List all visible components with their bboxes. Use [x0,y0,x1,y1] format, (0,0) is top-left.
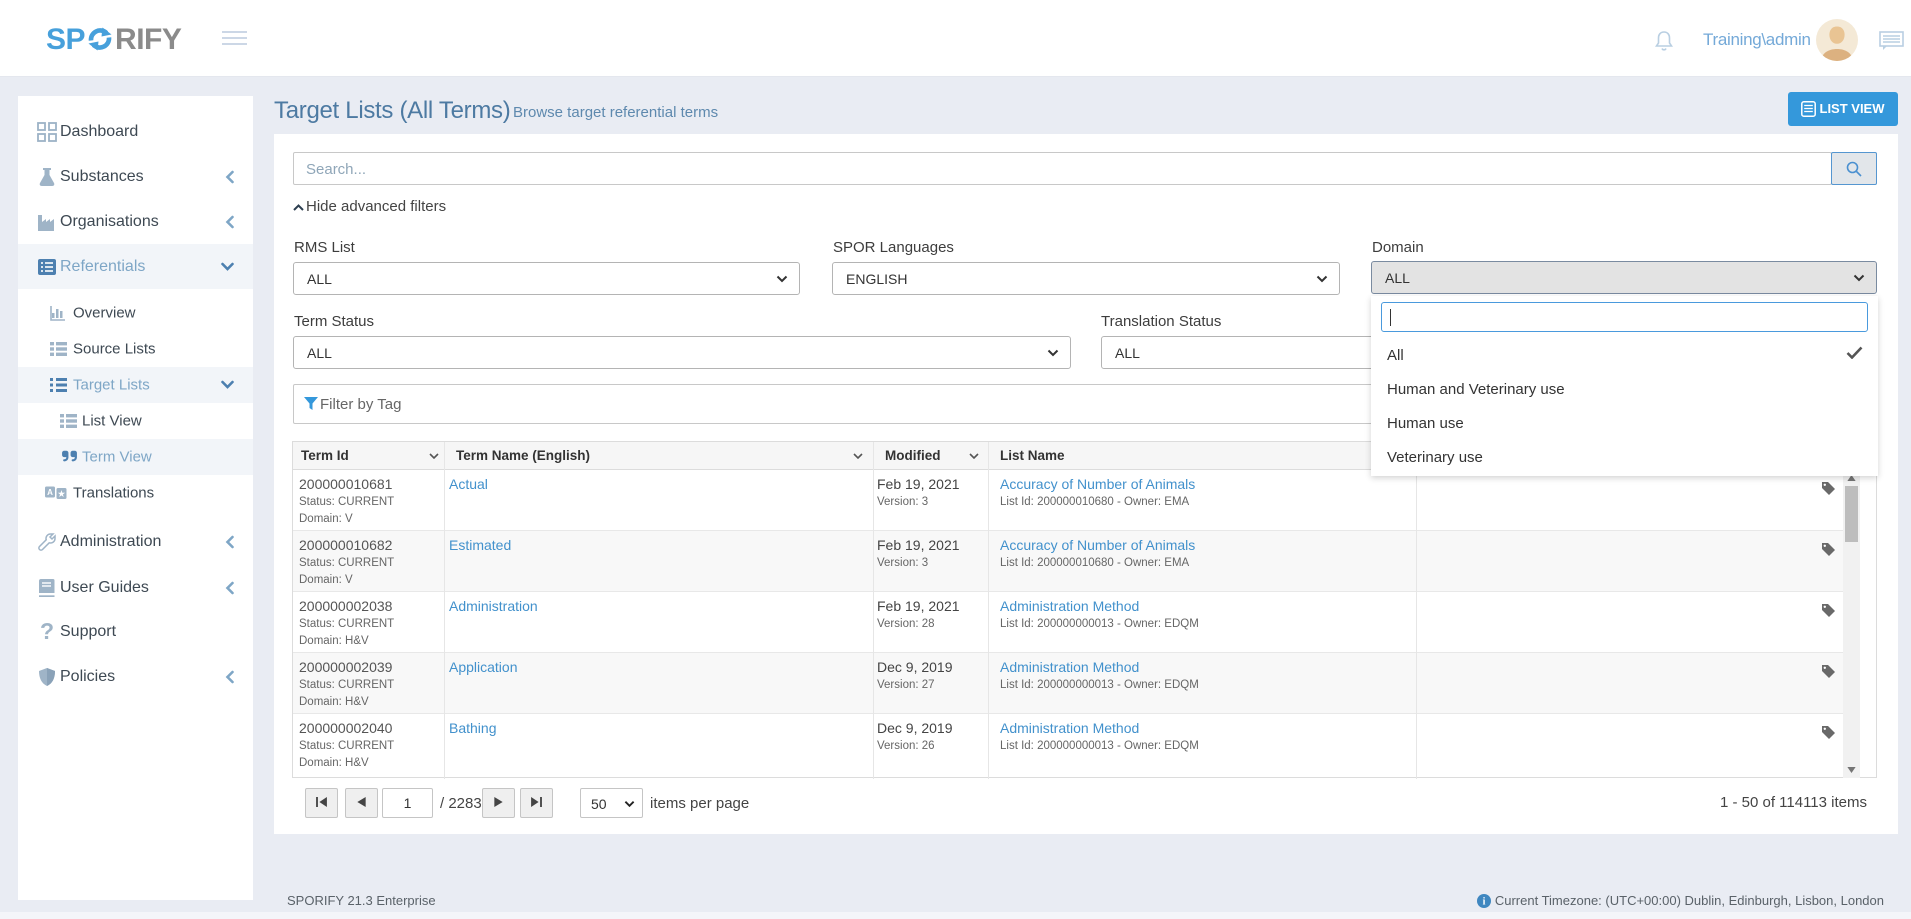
svg-text:★: ★ [58,490,66,499]
svg-text:i: i [1483,897,1486,908]
svg-text:A: A [47,488,53,497]
